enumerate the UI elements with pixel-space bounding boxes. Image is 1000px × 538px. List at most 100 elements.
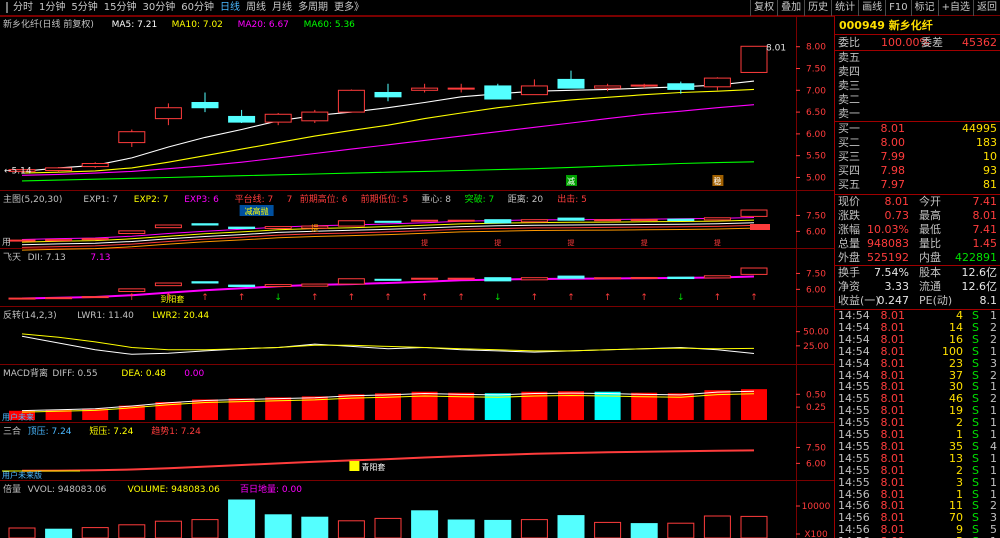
quote-cell: 948083 — [867, 237, 909, 250]
quote-cell: 最低 — [919, 223, 941, 236]
feitian-arrow: ↑ — [421, 293, 429, 303]
zhutu-label: 提 — [421, 238, 428, 247]
period-tab[interactable]: 5分钟 — [68, 0, 100, 16]
quote-cell: 14:54 — [838, 320, 870, 334]
pane-header-text: 反转(14,2,3) — [3, 309, 57, 321]
candle — [484, 85, 512, 100]
period-tab[interactable]: 15分钟 — [101, 0, 140, 16]
tool-button[interactable]: F10 — [885, 0, 910, 16]
tool-button[interactable]: 复权 — [750, 0, 777, 16]
tool-button[interactable]: 画线 — [858, 0, 885, 16]
sell-row: 卖一 — [835, 107, 1000, 121]
period-tab[interactable]: 1分钟 — [36, 0, 68, 16]
pane-header-text: MACD背离 — [3, 367, 48, 379]
quote-cell: 93 — [983, 164, 997, 177]
quote-cell: 10.03% — [867, 223, 909, 236]
sanhe-left-tag: 用户未来版 — [2, 470, 42, 480]
volume-bar — [81, 527, 109, 538]
quote-cell: S — [972, 439, 979, 453]
zhutu-label: 提 — [641, 238, 648, 247]
pane-header-text: 7 — [287, 195, 293, 205]
tick-row: 14:54 8.01 23 S 3 — [835, 356, 1000, 370]
zhutu-candle — [154, 224, 182, 229]
quote-cell: 8.01 — [880, 320, 906, 334]
quote-cell: 流通 — [919, 280, 941, 293]
zhutu-label: 提 — [714, 238, 721, 247]
buy-row: 买四 7.98 93 — [835, 164, 1000, 178]
period-tab[interactable]: 日线 — [217, 0, 243, 16]
feitian-arrow: ↑ — [640, 293, 648, 303]
quote-cell: 8.1 — [979, 294, 998, 307]
period-tab[interactable]: 周线 — [243, 0, 269, 16]
stat-row: 收益(一) 0.247 PE(动) 8.1 — [835, 294, 1000, 308]
quote-cell: 8.01 — [884, 195, 910, 208]
volume-bar — [447, 519, 475, 538]
pane-header-text: 主图(5,20,30) — [3, 193, 62, 205]
quote-cell: S — [972, 356, 979, 370]
quote-cell: S — [972, 320, 979, 334]
weibi-row: 委比 100.00% 委差 45362 — [835, 35, 1000, 50]
axis-tick-label: 7.50 — [806, 65, 826, 75]
tool-button[interactable]: 统计 — [831, 0, 858, 16]
tool-button[interactable]: +自选 — [937, 0, 973, 16]
tool-button[interactable]: 标记 — [910, 0, 938, 16]
period-toolbar: 分时 1分钟 5分钟 15分钟 30分钟 60分钟 日线 周线 月线 多周期 更多》 复权 叠加 历史统… — [0, 0, 1000, 16]
feitian-candle — [667, 276, 695, 280]
quote-cell: 1 — [990, 463, 997, 477]
quote-cell: 8.01 — [880, 122, 906, 135]
axis-tick-label: 6.00 — [806, 285, 826, 295]
tool-button[interactable]: 叠加 — [777, 0, 804, 16]
zhutu-tag: 提 — [311, 223, 319, 233]
candle — [264, 113, 292, 123]
feitian-candle — [8, 297, 36, 300]
volume-bar — [228, 499, 256, 538]
period-tabs: 分时 1分钟 5分钟 15分钟 30分钟 60分钟 日线 周线 月线 多周期 更多》 — [0, 0, 367, 16]
quote-cell: 0.247 — [877, 294, 910, 307]
candle — [118, 131, 146, 144]
axis-tick-label: 0.25 — [806, 403, 826, 413]
period-tab[interactable]: 多周期 — [295, 0, 331, 16]
pane-header-text: 三合 — [3, 425, 21, 437]
period-tab[interactable]: 更多》 — [331, 0, 367, 16]
quote-cell: 3.33 — [884, 280, 910, 293]
stat-row: 换手 7.54% 股本 12.6亿 — [835, 266, 1000, 280]
quote-cell: 卖五 — [838, 51, 860, 64]
feitian-candle — [374, 278, 402, 281]
feitian-candle — [630, 276, 658, 279]
quote-cell: 44995 — [962, 122, 997, 135]
volume-bar — [301, 516, 329, 538]
quote-cell: 8.00 — [880, 136, 906, 149]
pane-header-text: EXP2: 7 — [134, 195, 169, 205]
stock-header: 000949 新乡化纤 — [835, 19, 1000, 33]
quote-cell: 外盘 — [838, 251, 860, 264]
quote-cell: 8.01 — [880, 344, 906, 358]
stat-row: 外盘 525192 内盘 422891 — [835, 251, 1000, 265]
period-tab[interactable]: 分时 — [10, 0, 36, 16]
quote-cell: 卖三 — [838, 79, 860, 92]
zhutu-bar — [750, 224, 770, 230]
feitian-arrow: ↑ — [348, 293, 356, 303]
quote-cell: 8.01 — [880, 356, 906, 370]
quote-cell: 8.01 — [880, 451, 906, 465]
zhutu-candle — [374, 220, 402, 223]
tool-button[interactable]: 历史 — [804, 0, 831, 16]
pane-header-text: MA60: 5.36 — [304, 20, 356, 30]
tool-button[interactable]: 返回 — [973, 0, 1000, 16]
axis-tick-label: 5.00 — [806, 173, 826, 183]
pane-header-text: LWR2: 20.44 — [152, 311, 209, 321]
period-tab[interactable]: 60分钟 — [178, 0, 217, 16]
candle — [301, 111, 329, 122]
tick-row: 14:54 8.01 16 S 2 — [835, 333, 1000, 346]
quote-cell: 股本 — [919, 266, 941, 279]
signal-mark-text: 稳 — [713, 176, 721, 186]
tick-row: 14:55 8.01 3 S 1 — [835, 476, 1000, 489]
axis-tick-label: X100 — [804, 530, 828, 538]
axis-tick-label: 7.00 — [806, 86, 826, 96]
period-tab[interactable]: 30分钟 — [139, 0, 178, 16]
quote-cell: 委比 — [838, 36, 860, 49]
quote-cell: 23 — [949, 356, 963, 370]
pane-header-text: 距离: 20 — [508, 193, 544, 205]
quote-cell: 525192 — [867, 251, 909, 264]
quote-cell: 81 — [983, 178, 997, 191]
period-tab[interactable]: 月线 — [269, 0, 295, 16]
